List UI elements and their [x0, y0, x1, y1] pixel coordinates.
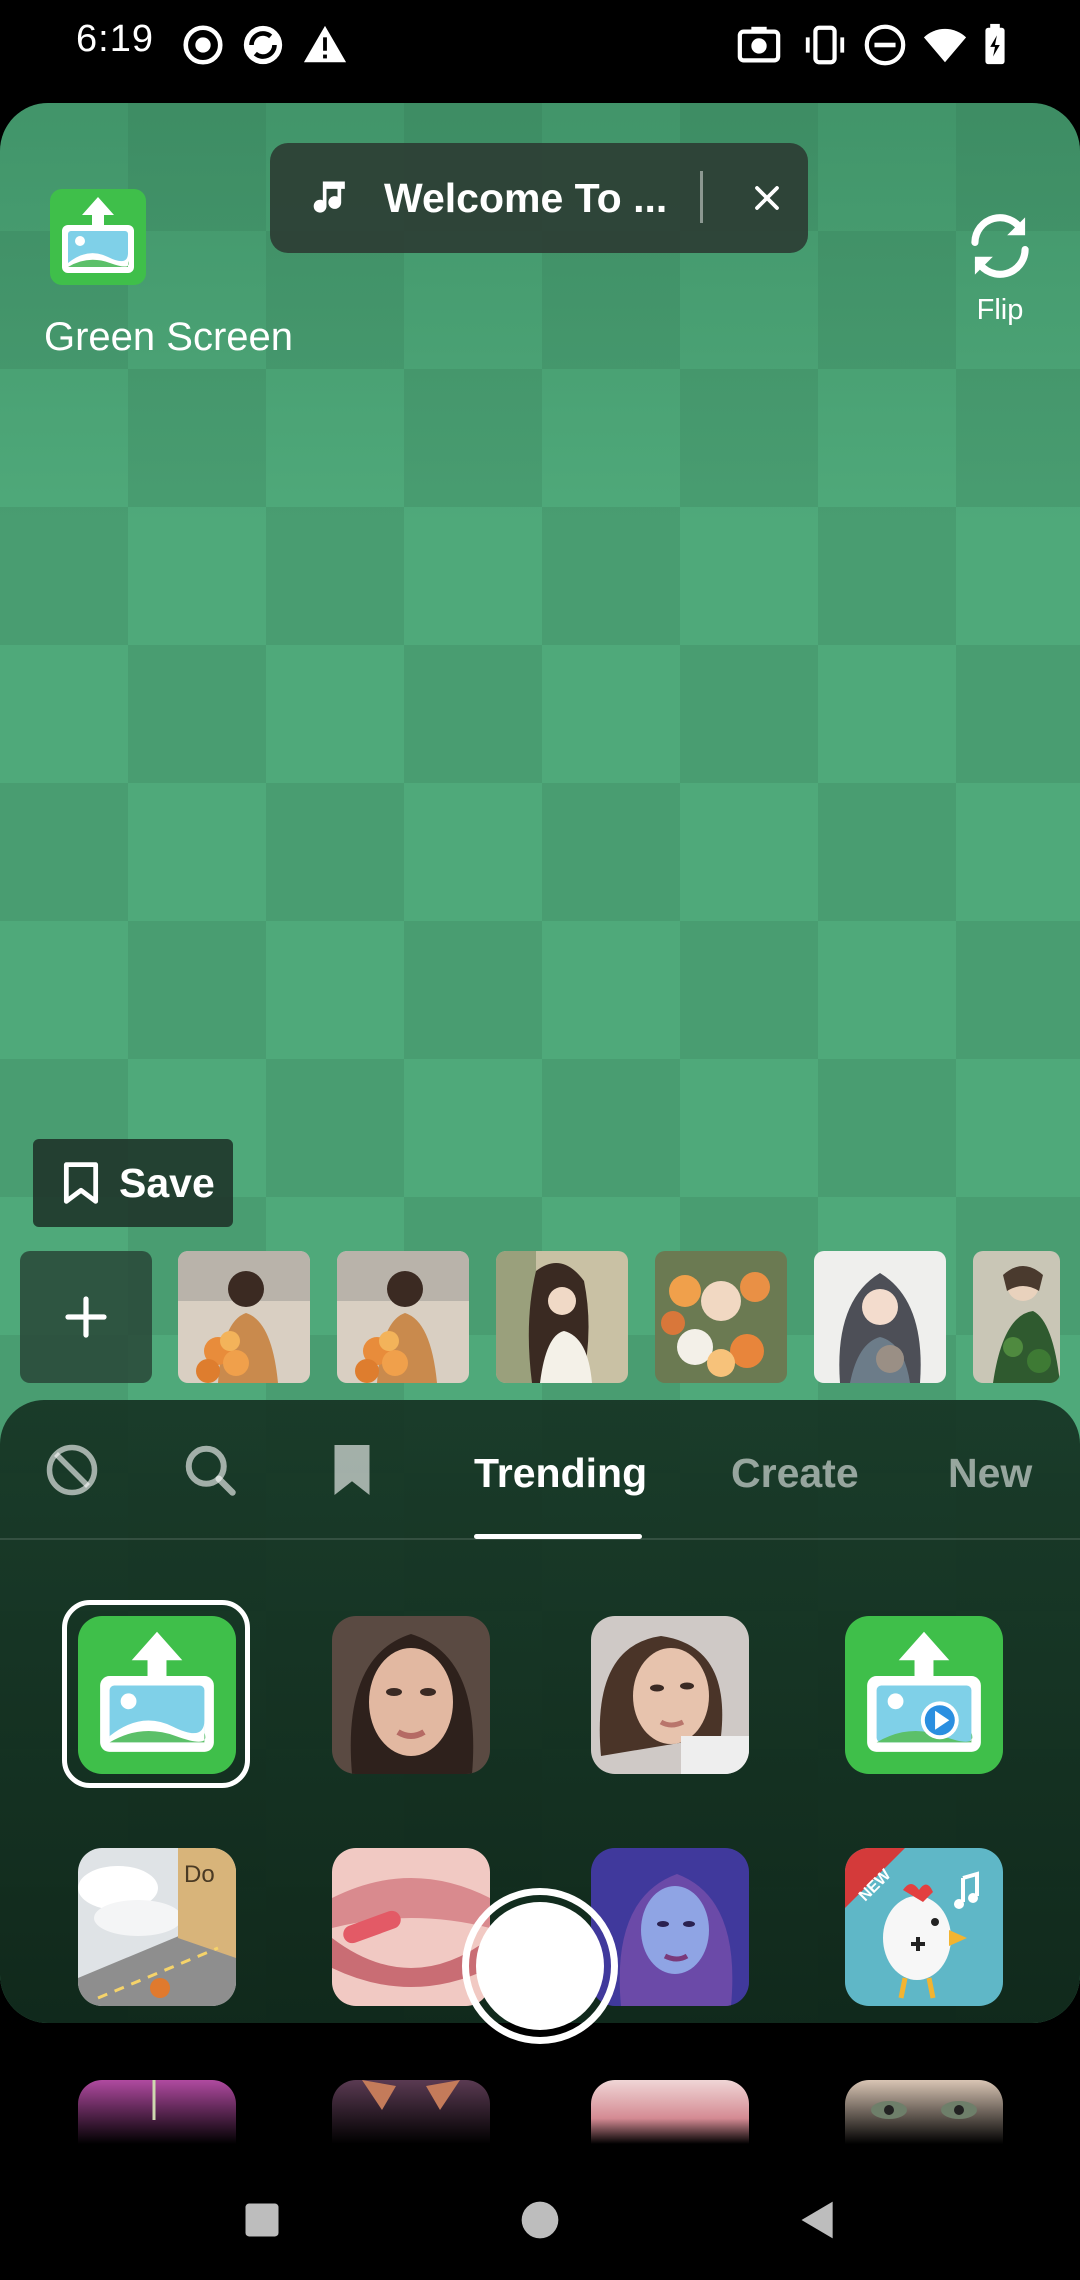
- upload-image-icon[interactable]: [48, 187, 148, 287]
- record-button-inner: [476, 1902, 604, 2030]
- music-note-icon: [313, 181, 345, 213]
- music-selector[interactable]: Welcome To ...: [270, 143, 808, 253]
- navigation-bar: [0, 2160, 1080, 2280]
- back-button[interactable]: [786, 2188, 850, 2252]
- effect-peek-1[interactable]: [78, 2080, 236, 2144]
- none-icon[interactable]: [42, 1440, 102, 1500]
- effect-face-portrait-2[interactable]: [591, 1616, 749, 1774]
- bookmark-icon[interactable]: [322, 1440, 382, 1500]
- music-title: Welcome To ...: [384, 174, 668, 221]
- search-icon[interactable]: [180, 1440, 240, 1500]
- tab-active-indicator: [474, 1534, 642, 1539]
- sync-icon: [243, 25, 283, 65]
- background-thumbnail[interactable]: [973, 1251, 1060, 1383]
- effect-chicken-music[interactable]: NEW: [845, 1848, 1003, 2006]
- effect-peek-4[interactable]: [845, 2080, 1003, 2144]
- bookmark-icon: [63, 1162, 99, 1204]
- screenshot-icon: [737, 26, 781, 63]
- music-divider: [700, 171, 703, 223]
- effect-peek-3[interactable]: [591, 2080, 749, 2144]
- effect-peek-2[interactable]: [332, 2080, 490, 2144]
- tab-create[interactable]: Create: [731, 1450, 859, 1497]
- add-background-button[interactable]: [20, 1251, 152, 1383]
- back-triangle-icon: [801, 2201, 833, 2239]
- home-button[interactable]: [508, 2188, 572, 2252]
- status-bar: 6:19: [0, 0, 1080, 90]
- warning-icon: [303, 25, 347, 63]
- effects-tabs: Trending Create New: [0, 1400, 1080, 1540]
- background-thumbnail[interactable]: [496, 1251, 628, 1383]
- background-thumbnail[interactable]: [337, 1251, 469, 1383]
- background-thumbnail[interactable]: [814, 1251, 946, 1383]
- wifi-icon: [923, 28, 967, 63]
- dnd-icon: [864, 24, 906, 66]
- plus-icon: [65, 1296, 107, 1338]
- svg-text:Do: Do: [184, 1861, 215, 1888]
- effect-green-screen-image[interactable]: [78, 1616, 236, 1774]
- effect-name: Green Screen: [44, 315, 294, 359]
- square-icon: [245, 2203, 279, 2237]
- flip-camera-icon: [971, 214, 1029, 278]
- circle-icon: [521, 2201, 559, 2239]
- background-thumbnail[interactable]: [178, 1251, 310, 1383]
- save-button[interactable]: Save: [33, 1139, 233, 1227]
- status-time: 6:19: [76, 18, 154, 60]
- close-icon[interactable]: [730, 161, 804, 235]
- record-button[interactable]: [462, 1888, 618, 2044]
- tab-trending[interactable]: Trending: [474, 1450, 647, 1497]
- battery-icon: [985, 23, 1005, 65]
- tab-new[interactable]: New: [948, 1450, 1032, 1497]
- flip-camera-button[interactable]: Flip: [950, 203, 1050, 333]
- effect-green-screen-video[interactable]: [845, 1616, 1003, 1774]
- background-thumbnail[interactable]: [655, 1251, 787, 1383]
- vibrate-icon: [805, 25, 845, 65]
- effect-road-game[interactable]: Do: [78, 1848, 236, 2006]
- save-label: Save: [119, 1159, 215, 1206]
- background-picker: [20, 1251, 1080, 1383]
- effect-face-portrait-1[interactable]: [332, 1616, 490, 1774]
- record-icon: [183, 25, 223, 65]
- flip-label: Flip: [976, 294, 1024, 326]
- recents-button[interactable]: [230, 2188, 294, 2252]
